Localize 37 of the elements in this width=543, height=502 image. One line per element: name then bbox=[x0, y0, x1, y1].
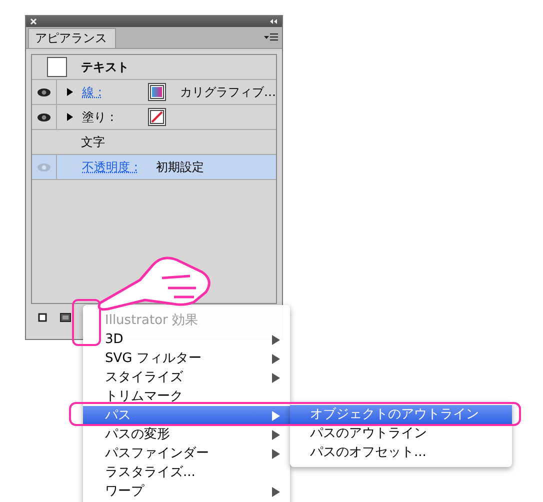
attribute-link[interactable]: 不透明度 : bbox=[82, 158, 148, 176]
square-icon[interactable] bbox=[38, 313, 47, 322]
appearance-row[interactable]: 塗り : bbox=[32, 105, 276, 130]
close-icon[interactable] bbox=[30, 18, 37, 25]
appearance-row[interactable]: テキスト bbox=[32, 55, 276, 80]
menu-item[interactable]: オブジェクトのアウトライン bbox=[290, 405, 512, 424]
menu-item[interactable]: スタイライズ bbox=[83, 368, 290, 387]
menu-item[interactable]: パスのオフセット... bbox=[290, 443, 512, 462]
object-thumbnail-icon bbox=[46, 57, 66, 77]
menu-item[interactable]: パスの変形 bbox=[83, 425, 290, 444]
menu-item[interactable]: ワープ bbox=[83, 482, 290, 501]
menu-item[interactable]: ラスタライズ... bbox=[83, 463, 290, 482]
menu-item[interactable]: 3D bbox=[83, 330, 290, 349]
eye-icon[interactable] bbox=[37, 112, 51, 122]
menu-item[interactable]: パスファインダー bbox=[83, 444, 290, 463]
stroke-square-icon[interactable] bbox=[60, 313, 71, 322]
attribute-value: 初期設定 bbox=[156, 158, 204, 176]
attribute-label: 塗り : bbox=[82, 108, 115, 126]
expand-arrow-icon[interactable] bbox=[66, 113, 72, 121]
eye-icon[interactable] bbox=[37, 88, 51, 96]
appearance-row[interactable]: 不透明度 : 初期設定 bbox=[32, 155, 276, 180]
panel-tab[interactable]: アピアランス bbox=[28, 28, 116, 48]
menu-icon[interactable] bbox=[264, 33, 278, 42]
collapse-icon[interactable] bbox=[269, 18, 278, 25]
menu-item[interactable]: パス bbox=[83, 406, 290, 425]
attribute-link[interactable]: 線 : bbox=[82, 84, 148, 100]
menu-item[interactable]: トリムマーク bbox=[83, 387, 290, 406]
object-label: テキスト bbox=[81, 58, 130, 76]
color-swatch-icon[interactable] bbox=[148, 108, 166, 126]
group-label: 文字 bbox=[81, 134, 106, 150]
menu-item[interactable]: パスのアウトライン bbox=[290, 424, 512, 443]
menu-item[interactable]: SVG フィルター bbox=[83, 349, 290, 368]
color-swatch-icon[interactable] bbox=[148, 83, 166, 101]
attribute-value: カリグラフィブ… bbox=[180, 84, 276, 100]
appearance-row[interactable]: 線 : カリグラフィブ… bbox=[32, 80, 276, 105]
highlight-frame bbox=[72, 299, 101, 346]
expand-arrow-icon[interactable] bbox=[66, 88, 72, 96]
